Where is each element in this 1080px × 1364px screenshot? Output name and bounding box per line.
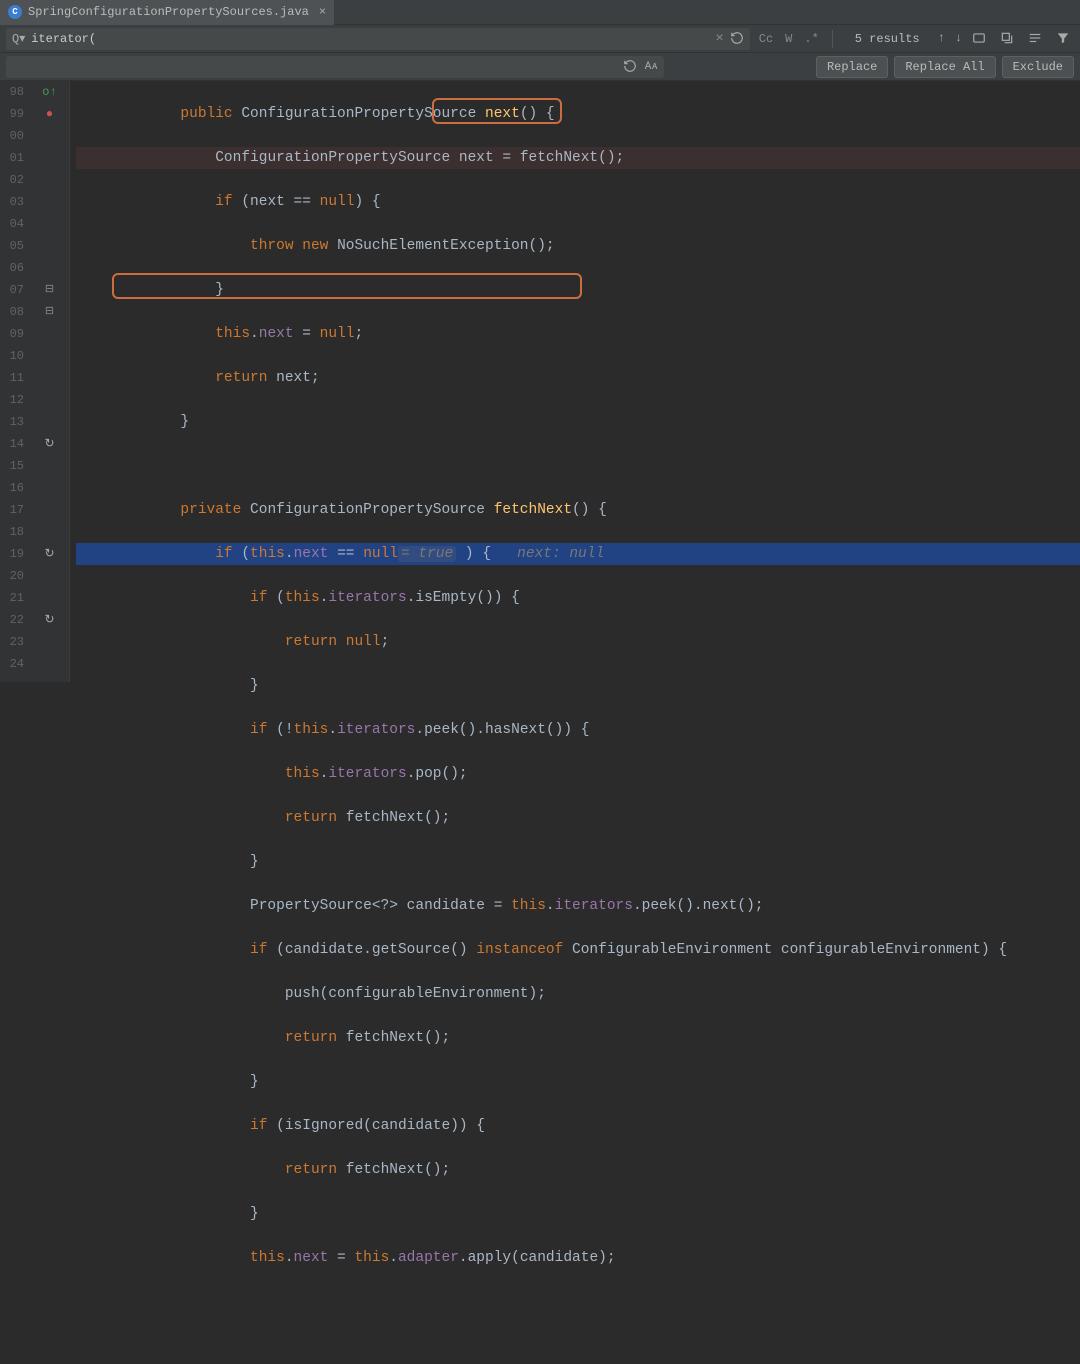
prev-match-icon[interactable]: ↑	[938, 31, 945, 45]
match-case-toggle[interactable]: Cc	[756, 30, 776, 48]
regex-toggle[interactable]: .*	[801, 30, 821, 48]
recursive-icon[interactable]: ↻	[44, 609, 54, 631]
filter-icon[interactable]	[1056, 31, 1070, 45]
find-query-text: iterator(	[31, 32, 715, 46]
history-icon[interactable]	[730, 31, 744, 45]
tab-filename: SpringConfigurationPropertySources.java	[28, 5, 309, 19]
close-icon[interactable]: ×	[319, 5, 326, 19]
breakpoint-icon[interactable]: ●	[46, 103, 53, 125]
editor-area[interactable]: 98 99 00 01 02 03 04 05 06 07 08 09 10 1…	[0, 81, 1080, 682]
next-match-icon[interactable]: ↓	[955, 31, 962, 45]
clear-icon[interactable]: ×	[715, 31, 723, 47]
nav-icons: ↑ ↓	[938, 31, 986, 45]
new-search-icon[interactable]	[1000, 31, 1014, 45]
fold-icon[interactable]: ⊟	[45, 279, 54, 301]
preserve-case-icon[interactable]: Aᴀ	[645, 61, 658, 73]
find-options: Cc W .*	[756, 30, 822, 48]
exclude-button[interactable]: Exclude	[1002, 56, 1074, 78]
line-number-gutter: 98 99 00 01 02 03 04 05 06 07 08 09 10 1…	[0, 81, 30, 682]
results-count: 5 results	[843, 32, 932, 46]
code-content[interactable]: public ConfigurationPropertySource next(…	[70, 81, 1080, 682]
pin-icon[interactable]	[1028, 31, 1042, 45]
select-all-icon[interactable]	[972, 31, 986, 45]
replace-all-button[interactable]: Replace All	[894, 56, 995, 78]
fold-icon[interactable]: ⊟	[45, 301, 54, 323]
editor-tab[interactable]: C SpringConfigurationPropertySources.jav…	[0, 0, 334, 25]
replace-bar: Aᴀ Replace Replace All Exclude	[0, 53, 1080, 81]
recursive-icon[interactable]: ↻	[44, 433, 54, 455]
find-bar: Q▾ iterator( × Cc W .* 5 results ↑ ↓	[0, 25, 1080, 53]
right-toolbar-icons	[1000, 31, 1070, 45]
replace-input[interactable]: Aᴀ	[6, 56, 664, 78]
gutter-marks: o↑ ● ⊟ ⊟ ↻ ↻ ↻	[30, 81, 70, 682]
search-icon: Q▾	[12, 31, 25, 46]
whole-word-toggle[interactable]: W	[782, 30, 795, 48]
class-file-icon: C	[8, 5, 22, 19]
recursive-icon[interactable]: ↻	[44, 543, 54, 565]
replace-button[interactable]: Replace	[816, 56, 888, 78]
replace-history-icon[interactable]	[623, 59, 637, 75]
tab-bar: C SpringConfigurationPropertySources.jav…	[0, 0, 1080, 25]
override-icon[interactable]: o↑	[42, 81, 56, 103]
find-input[interactable]: Q▾ iterator( ×	[6, 28, 750, 50]
